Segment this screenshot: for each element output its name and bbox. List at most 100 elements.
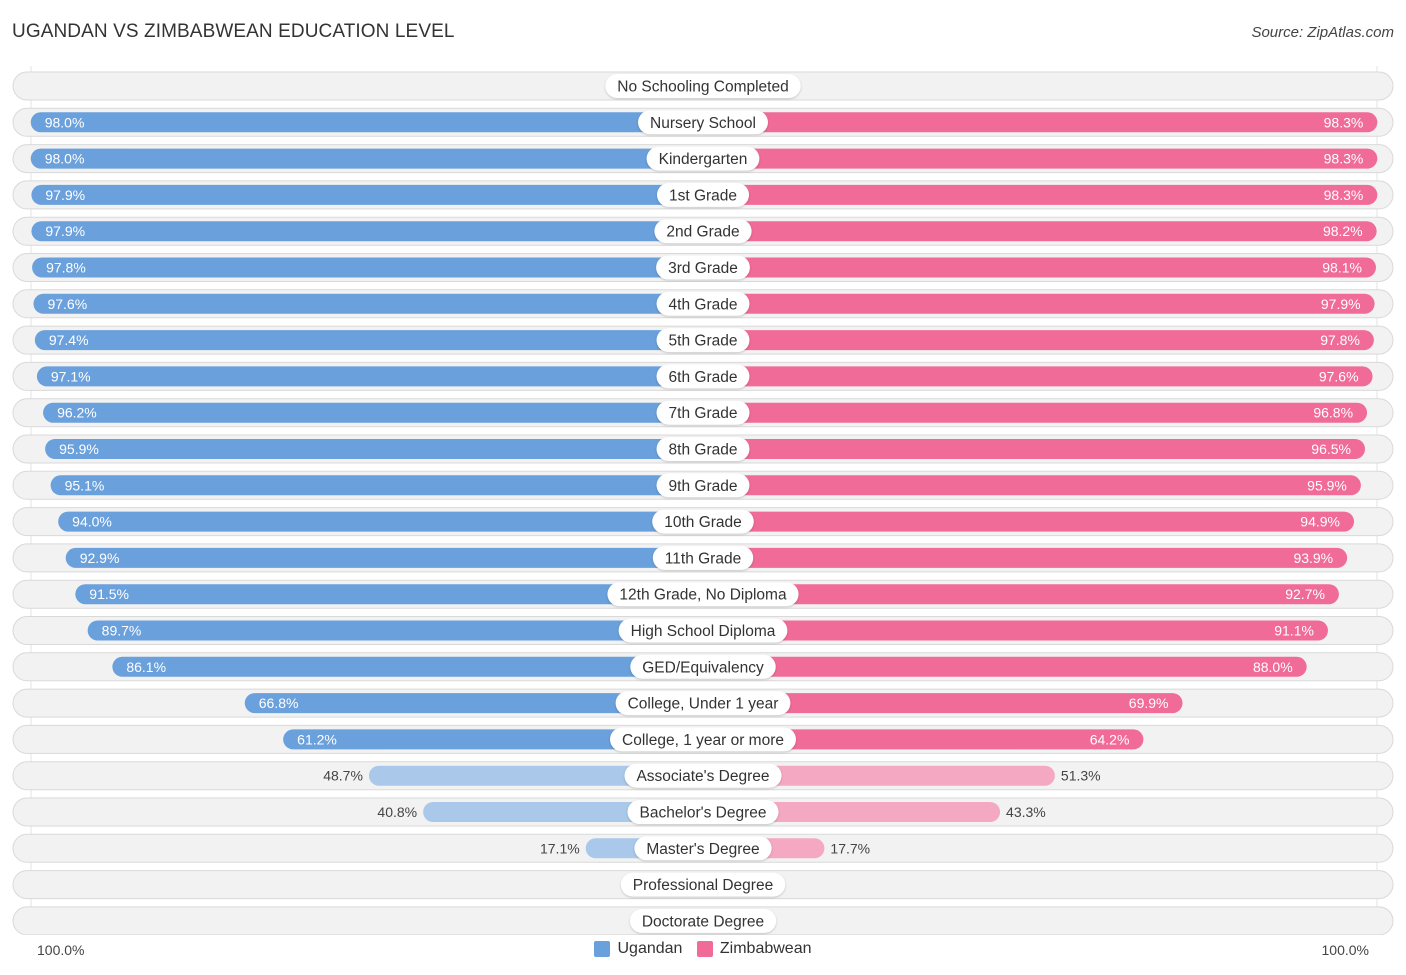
category-label: 4th Grade bbox=[669, 296, 738, 313]
bar-zimbabwean bbox=[703, 475, 1361, 496]
value-label-ugandan: 98.0% bbox=[45, 114, 85, 130]
value-label-ugandan: 97.6% bbox=[47, 296, 87, 312]
value-label-zimbabwean: 92.7% bbox=[1285, 586, 1325, 602]
bar-ugandan bbox=[33, 293, 704, 314]
value-label-ugandan: 86.1% bbox=[126, 659, 166, 675]
bar-ugandan bbox=[30, 148, 704, 169]
bar-row[interactable]: 48.7% 51.3% Associate's Degree bbox=[12, 761, 1394, 791]
legend-item-ugandan[interactable]: Ugandan bbox=[594, 940, 682, 958]
category-label: No Schooling Completed bbox=[617, 79, 788, 96]
bar-row[interactable]: 97.9% 98.3% 1st Grade bbox=[12, 180, 1394, 210]
value-label-ugandan: 48.7% bbox=[323, 768, 363, 784]
bar-row[interactable]: 17.1% 17.7% Master's Degree bbox=[12, 833, 1394, 863]
value-label-zimbabwean: 64.2% bbox=[1090, 731, 1130, 747]
category-label: 8th Grade bbox=[669, 442, 738, 459]
category-label: 6th Grade bbox=[669, 369, 738, 386]
bar-zimbabwean bbox=[703, 366, 1373, 387]
category-label: GED/Equivalency bbox=[642, 659, 764, 676]
category-label: Nursery School bbox=[650, 115, 756, 132]
bar-row[interactable]: 97.9% 98.2% 2nd Grade bbox=[12, 216, 1394, 246]
value-label-ugandan: 89.7% bbox=[102, 623, 142, 639]
bar-zimbabwean bbox=[703, 330, 1374, 351]
value-label-ugandan: 97.9% bbox=[45, 187, 85, 203]
bar-ugandan bbox=[30, 112, 704, 133]
legend-label-ugandan: Ugandan bbox=[617, 940, 683, 957]
bar-row[interactable]: 97.8% 98.1% 3rd Grade bbox=[12, 253, 1394, 282]
bar-ugandan bbox=[87, 620, 703, 641]
category-label: Master's Degree bbox=[646, 841, 759, 858]
bar-zimbabwean bbox=[703, 184, 1378, 205]
bar-row[interactable]: 95.9% 96.5% 8th Grade bbox=[12, 434, 1394, 464]
value-label-zimbabwean: 98.3% bbox=[1324, 187, 1364, 203]
bar-ugandan bbox=[45, 439, 704, 459]
category-label: 1st Grade bbox=[669, 187, 737, 204]
value-label-ugandan: 40.8% bbox=[377, 804, 417, 820]
value-label-zimbabwean: 88.0% bbox=[1253, 659, 1293, 675]
bar-ugandan bbox=[58, 511, 704, 532]
bar-row[interactable]: 98.0% 98.3% Nursery School bbox=[12, 107, 1394, 137]
bar-ugandan bbox=[50, 475, 703, 496]
bar-zimbabwean bbox=[703, 511, 1355, 532]
value-label-zimbabwean: 93.9% bbox=[1293, 550, 1333, 566]
legend: Ugandan Zimbabwean bbox=[0, 940, 1406, 962]
bar-row[interactable]: 94.0% 94.9% 10th Grade bbox=[12, 507, 1394, 537]
value-label-zimbabwean: 97.9% bbox=[1321, 296, 1361, 312]
bar-row[interactable]: 97.4% 97.8% 5th Grade bbox=[12, 325, 1394, 355]
legend-item-zimbabwean[interactable]: Zimbabwean bbox=[696, 940, 812, 958]
category-label: 10th Grade bbox=[664, 514, 742, 531]
legend-label-zimbabwean: Zimbabwean bbox=[719, 940, 812, 957]
value-label-ugandan: 94.0% bbox=[72, 514, 112, 530]
category-label: Professional Degree bbox=[633, 877, 773, 894]
bar-row[interactable]: 92.9% 93.9% 11th Grade bbox=[12, 543, 1394, 573]
category-label: 2nd Grade bbox=[666, 224, 739, 241]
bar-row[interactable]: 97.1% 97.6% 6th Grade bbox=[12, 361, 1394, 391]
bar-ugandan bbox=[32, 257, 704, 278]
bar-row[interactable]: 61.2% 64.2% College, 1 year or more bbox=[12, 724, 1394, 754]
value-label-ugandan: 61.2% bbox=[297, 731, 337, 747]
bar-row[interactable]: 89.7% 91.1% High School Diploma bbox=[12, 616, 1394, 645]
value-label-zimbabwean: 96.5% bbox=[1311, 441, 1351, 457]
value-label-ugandan: 95.1% bbox=[65, 477, 105, 493]
bar-row[interactable]: 66.8% 69.9% College, Under 1 year bbox=[12, 688, 1394, 718]
value-label-ugandan: 98.0% bbox=[45, 151, 85, 167]
value-label-ugandan: 91.5% bbox=[89, 586, 129, 602]
chart-area: 2.0%1.7%No Schooling Completed 98.0% 98.3%… bbox=[12, 66, 1394, 935]
value-label-zimbabwean: 97.8% bbox=[1320, 332, 1360, 348]
bar-row[interactable]: 40.8% 43.3% Bachelor's Degree bbox=[12, 797, 1394, 827]
category-label: Bachelor's Degree bbox=[639, 805, 766, 822]
bar-ugandan bbox=[65, 547, 704, 568]
bar-zimbabwean bbox=[703, 620, 1328, 641]
bar-row[interactable]: 96.2% 96.8% 7th Grade bbox=[12, 398, 1394, 428]
value-label-zimbabwean: 98.2% bbox=[1323, 223, 1363, 239]
value-label-zimbabwean: 43.3% bbox=[1006, 804, 1046, 820]
bar-row[interactable]: 86.1% 88.0% GED/Equivalency bbox=[12, 652, 1394, 682]
value-label-zimbabwean: 98.3% bbox=[1324, 151, 1364, 167]
bar-row[interactable]: 2.0%1.7%No Schooling Completed bbox=[12, 71, 1394, 101]
value-label-ugandan: 96.2% bbox=[57, 405, 97, 421]
bar-row[interactable]: 95.1% 95.9% 9th Grade bbox=[12, 470, 1394, 500]
category-label: Doctorate Degree bbox=[642, 913, 764, 930]
bar-row[interactable]: 97.6% 97.9% 4th Grade bbox=[12, 289, 1394, 319]
bar-row[interactable]: 98.0% 98.3% Kindergarten bbox=[12, 144, 1394, 174]
value-label-ugandan: 97.9% bbox=[45, 223, 85, 239]
category-label: 9th Grade bbox=[669, 478, 738, 495]
value-label-ugandan: 97.4% bbox=[49, 332, 89, 348]
bar-row[interactable]: 2.2%2.3%Doctorate Degree bbox=[12, 906, 1394, 935]
value-label-zimbabwean: 96.8% bbox=[1313, 405, 1353, 421]
value-label-ugandan: 95.9% bbox=[59, 441, 99, 457]
bar-zimbabwean bbox=[703, 293, 1375, 314]
category-label: 3rd Grade bbox=[668, 260, 738, 277]
category-label: 7th Grade bbox=[669, 405, 738, 422]
legend-swatch-ugandan bbox=[594, 941, 611, 957]
bar-row[interactable]: 5.1%5.2%Professional Degree bbox=[12, 870, 1394, 900]
category-label: 5th Grade bbox=[669, 333, 738, 350]
value-label-zimbabwean: 98.3% bbox=[1324, 114, 1364, 130]
bar-zimbabwean bbox=[703, 656, 1307, 677]
bar-zimbabwean bbox=[703, 439, 1365, 459]
value-label-ugandan: 66.8% bbox=[259, 695, 299, 711]
value-label-ugandan: 97.8% bbox=[46, 260, 86, 276]
bar-zimbabwean bbox=[703, 402, 1368, 423]
bar-row[interactable]: 91.5% 92.7% 12th Grade, No Diploma bbox=[12, 579, 1394, 609]
category-label: College, Under 1 year bbox=[628, 696, 779, 713]
bar-zimbabwean bbox=[703, 112, 1378, 133]
